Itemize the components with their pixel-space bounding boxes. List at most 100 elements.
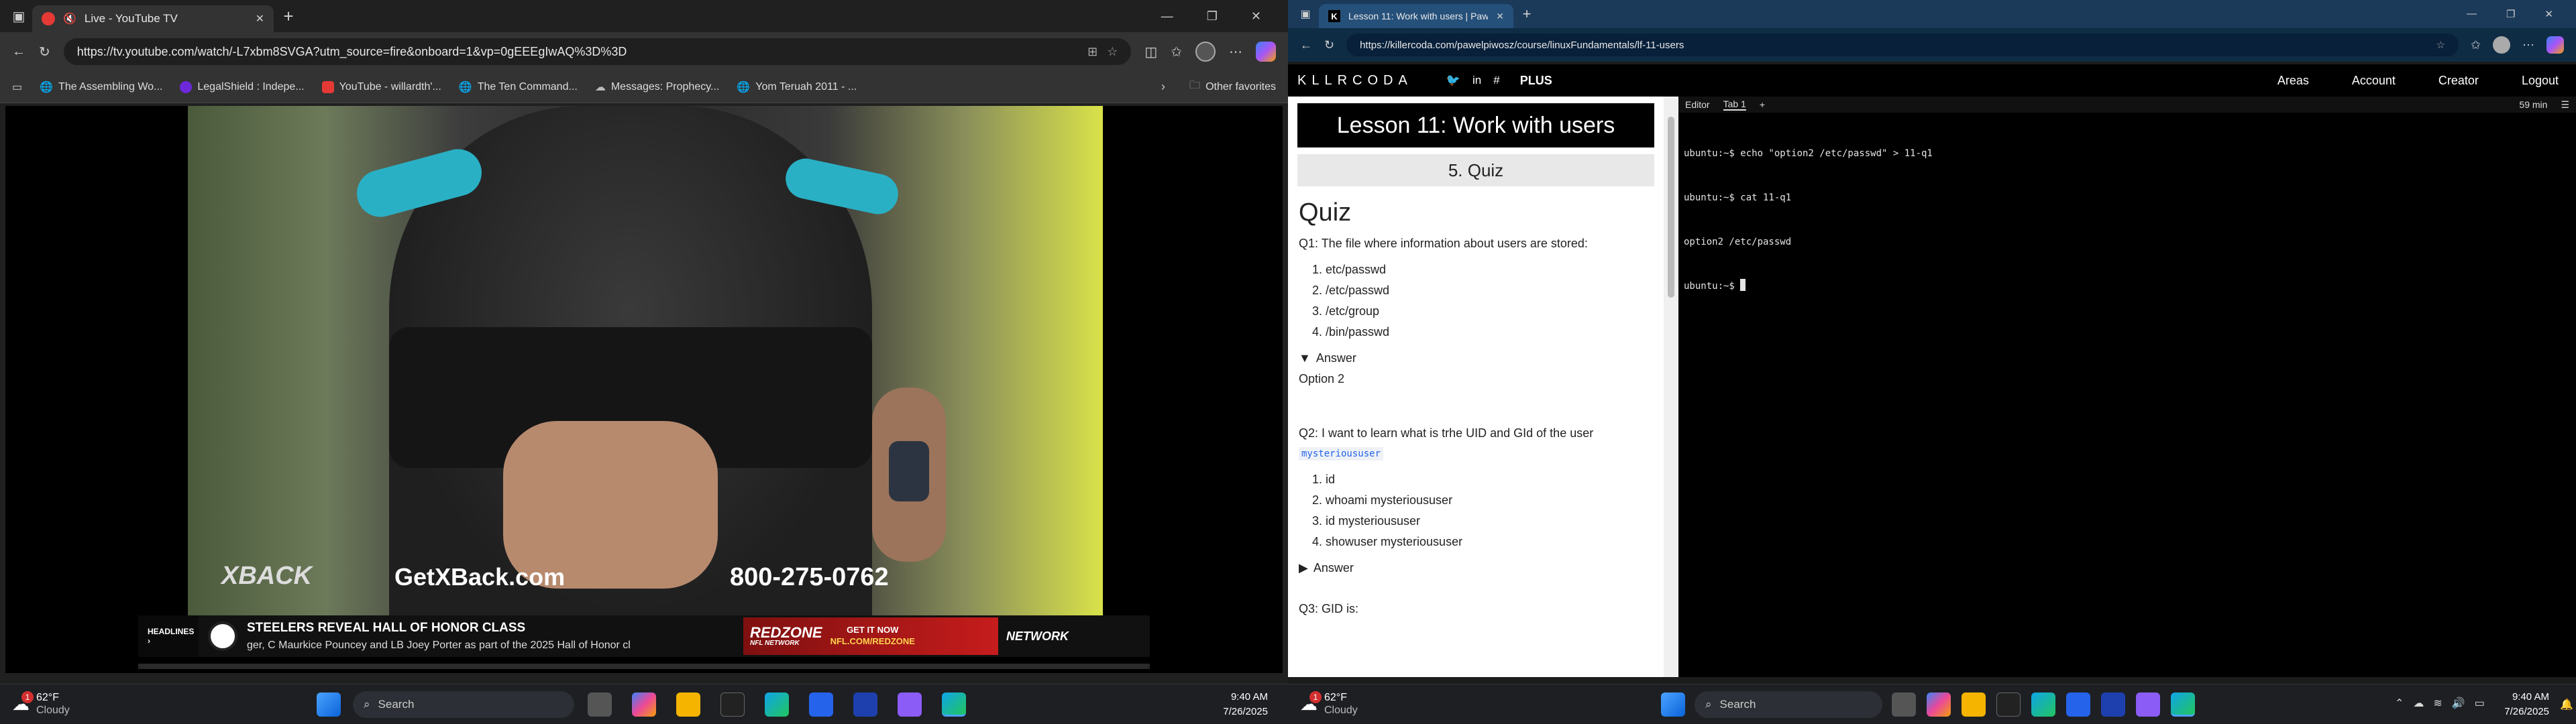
windows-start-icon[interactable] [1661, 692, 1685, 717]
mute-icon[interactable]: 🔇 [63, 12, 76, 25]
cloud-icon: ☁ 1 [12, 690, 34, 715]
new-tab-button[interactable]: + [274, 6, 303, 27]
bookmark-item[interactable]: LegalShield : Indepe... [180, 80, 305, 93]
back-icon[interactable]: ← [1300, 38, 1312, 52]
store-icon[interactable] [809, 692, 833, 717]
redzone-ad[interactable]: REDZONE NFL NETWORK GET IT NOW NFL.COM/R… [743, 617, 998, 655]
tab-actions-icon[interactable]: ▣ [5, 8, 32, 25]
volume-icon[interactable]: 🔊 [2452, 697, 2465, 710]
file-explorer-icon[interactable] [1962, 692, 1986, 717]
nav-logout[interactable]: Logout [2522, 74, 2559, 88]
cloud-sync-icon[interactable]: ☁ [2413, 697, 2424, 710]
more-options-icon[interactable]: ⋯ [2522, 38, 2534, 52]
step-scrollbar[interactable] [1664, 97, 1678, 677]
minimize-icon[interactable]: — [2467, 8, 2477, 20]
calendar-icon[interactable] [853, 692, 877, 717]
bookmark-item[interactable]: 🌐 Yom Teruah 2011 - ... [737, 80, 857, 94]
copilot-icon[interactable] [1927, 692, 1951, 717]
file-explorer-icon[interactable] [676, 692, 700, 717]
close-window-icon[interactable]: ✕ [1251, 9, 1261, 23]
add-terminal-tab-button[interactable]: + [1760, 99, 1765, 110]
task-view-icon[interactable] [1892, 692, 1916, 717]
right-taskbar: ☁ 1 62°F Cloudy ⌕ Search ⌃ ☁ ≋ 🔊 ▭ 9:40 AM … [1288, 684, 2576, 724]
split-screen-icon[interactable]: ◫ [1144, 44, 1157, 60]
bookmark-item[interactable]: YouTube - willardth'... [321, 80, 441, 93]
other-favorites[interactable]: 🗀 Other favorites [1189, 78, 1276, 96]
answer-toggle-closed[interactable]: ▶ Answer [1299, 561, 1653, 575]
video-progress-track[interactable] [138, 664, 1150, 669]
edge-active-icon[interactable] [942, 692, 966, 717]
favorites-icon[interactable]: ✩ [2471, 38, 2481, 52]
close-tab-icon[interactable]: ✕ [1496, 11, 1504, 22]
more-options-icon[interactable]: ⋯ [1229, 44, 1242, 60]
edge-active-icon[interactable] [2171, 692, 2195, 717]
clock[interactable]: 9:40 AM 7/26/2025 [2475, 690, 2549, 719]
terminal-app-icon[interactable] [720, 692, 745, 717]
right-address-bar-row: ← ↻ https://killercoda.com/pawelpiwosz/c… [1288, 28, 2576, 62]
tab-terminal-1[interactable]: Tab 1 [1723, 99, 1746, 111]
bookmark-folder-icon[interactable]: ▭ [12, 80, 22, 94]
edge-icon[interactable] [765, 692, 789, 717]
linkedin-icon[interactable]: in [1472, 74, 1481, 87]
nav-account[interactable]: Account [2352, 74, 2396, 88]
restore-icon[interactable]: ❐ [2506, 8, 2515, 20]
bookmark-item[interactable]: 🌐 The Assembling Wo... [40, 80, 162, 94]
session-timer: 59 min [2519, 99, 2548, 110]
slack-icon[interactable]: # [1493, 74, 1499, 87]
killercoda-logo[interactable]: KLLRCODA [1297, 73, 1413, 88]
favorite-star-icon[interactable]: ☆ [2436, 39, 2445, 51]
bookmark-item[interactable]: 🌐 The Ten Command... [459, 80, 578, 94]
new-tab-button[interactable]: + [1513, 5, 1540, 23]
refresh-icon[interactable]: ↻ [1324, 38, 1334, 52]
tab-killercoda[interactable]: K Lesson 11: Work with users | Pawe ✕ [1319, 4, 1513, 28]
notifications-bell-icon[interactable]: 🔔 [2560, 698, 2573, 711]
nav-creator[interactable]: Creator [2438, 74, 2479, 88]
left-url-field[interactable]: https://tv.youtube.com/watch/-L7xbm8SVGA… [63, 38, 1132, 65]
profile-avatar[interactable] [2493, 36, 2510, 54]
chevron-right-icon[interactable]: › [1161, 80, 1165, 94]
terminal-app-icon[interactable] [1996, 692, 2021, 717]
store-icon[interactable] [2066, 692, 2090, 717]
weather-widget[interactable]: ☁ 1 62°F Cloudy [1300, 690, 1358, 717]
chevron-up-icon[interactable]: ⌃ [2395, 697, 2404, 710]
copilot-icon[interactable] [632, 692, 656, 717]
triangle-right-icon: ▶ [1299, 561, 1308, 575]
calendar-icon[interactable] [2101, 692, 2125, 717]
taskbar-search[interactable]: ⌕ Search [1695, 691, 1882, 718]
clock[interactable]: 9:40 AM 7/26/2025 [1181, 690, 1268, 719]
profile-avatar[interactable] [1195, 42, 1216, 62]
scrollbar-thumb[interactable] [1668, 117, 1674, 298]
right-url-field[interactable]: https://killercoda.com/pawelpiwosz/cours… [1346, 34, 2459, 56]
tab-actions-icon[interactable]: ▣ [1292, 7, 1319, 21]
minimize-icon[interactable]: — [1161, 9, 1173, 23]
restore-icon[interactable]: ❐ [1207, 9, 1218, 23]
wifi-icon[interactable]: ≋ [2433, 697, 2442, 710]
plus-link[interactable]: PLUS [1520, 74, 1552, 88]
refresh-icon[interactable]: ↻ [39, 44, 50, 60]
weather-widget[interactable]: ☁ 1 62°F Cloudy [12, 690, 70, 717]
close-window-icon[interactable]: ✕ [2544, 8, 2553, 20]
tab-youtube-tv[interactable]: 🔇 Live - YouTube TV ✕ [32, 5, 274, 32]
terminal-panel[interactable]: Editor Tab 1 + 59 min ☰ ubuntu:~$ echo "… [1678, 97, 2576, 677]
menu-icon[interactable]: ☰ [2561, 99, 2569, 111]
answer-toggle-open[interactable]: ▼ Answer [1299, 351, 1653, 365]
copilot-icon[interactable] [2546, 36, 2564, 54]
app-available-icon[interactable]: ⊞ [1087, 45, 1097, 59]
nav-areas[interactable]: Areas [2277, 74, 2309, 88]
copilot-icon[interactable] [1256, 42, 1276, 62]
favorites-icon[interactable]: ✩ [1171, 44, 1182, 60]
tab-editor[interactable]: Editor [1685, 99, 1710, 110]
bookmark-item[interactable]: ☁ Messages: Prophecy... [595, 80, 720, 94]
back-icon[interactable]: ← [12, 44, 25, 60]
windows-start-icon[interactable] [317, 692, 341, 717]
close-tab-icon[interactable]: ✕ [256, 12, 264, 25]
video-player[interactable]: XBACK GetXBack.com 800-275-0762 HEADLINE… [5, 106, 1283, 673]
app-icon[interactable] [898, 692, 922, 717]
taskbar-search[interactable]: ⌕ Search [353, 691, 574, 718]
app-icon[interactable] [2136, 692, 2160, 717]
headline-subtext: ger, C Maurkice Pouncey and LB Joey Port… [247, 640, 631, 651]
favorite-star-icon[interactable]: ☆ [1107, 45, 1118, 59]
task-view-icon[interactable] [588, 692, 612, 717]
edge-icon[interactable] [2031, 692, 2055, 717]
twitter-icon[interactable]: 🐦 [1446, 74, 1460, 87]
